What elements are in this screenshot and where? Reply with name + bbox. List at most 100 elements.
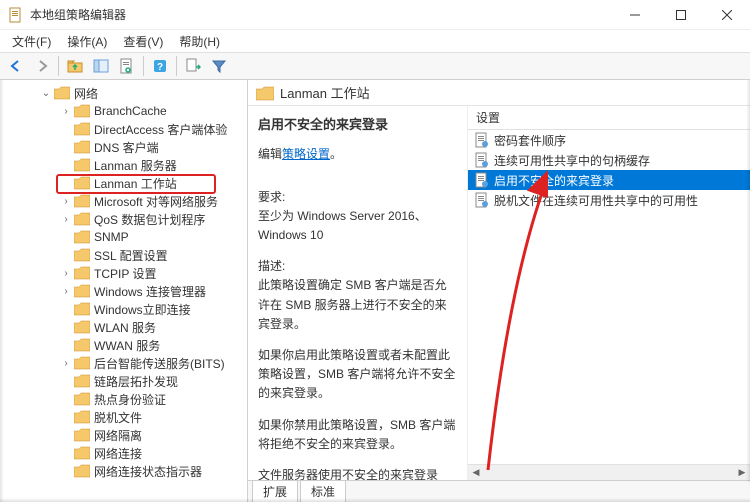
show-hide-tree-button[interactable]: [89, 54, 113, 78]
filter-button[interactable]: [207, 54, 231, 78]
folder-icon: [74, 158, 90, 172]
folder-icon: [74, 248, 90, 262]
menu-file[interactable]: 文件(F): [4, 31, 59, 52]
tree-folder-item[interactable]: SSL 配置设置: [0, 246, 247, 264]
tree-label: DNS 客户端: [94, 139, 159, 156]
folder-icon: [74, 320, 90, 334]
tree-folder-network[interactable]: ⌄ 网络: [0, 84, 247, 102]
tree-folder-item[interactable]: SNMP: [0, 228, 247, 246]
tab-standard[interactable]: 标准: [300, 480, 346, 502]
settings-list-column: 设置 密码套件顺序连续可用性共享中的句柄缓存启用不安全的来宾登录脱机文件在连续可…: [468, 106, 750, 480]
tree-label: 链路层拓扑发现: [94, 373, 178, 390]
tree-folder-item[interactable]: › Windows 连接管理器: [0, 282, 247, 300]
folder-icon: [74, 338, 90, 352]
export-button[interactable]: [181, 54, 205, 78]
minimize-button[interactable]: [612, 0, 658, 30]
details-header-title: Lanman 工作站: [280, 83, 370, 102]
tree-label: Lanman 工作站: [94, 175, 177, 192]
tree-folder-item[interactable]: 网络隔离: [0, 426, 247, 444]
tree-folder-item[interactable]: 网络连接: [0, 444, 247, 462]
tree-folder-item[interactable]: DirectAccess 客户端体验: [0, 120, 247, 138]
tree-label: TCPIP 设置: [94, 265, 156, 282]
tree-label: 网络: [74, 85, 98, 102]
setting-row[interactable]: 启用不安全的来宾登录: [468, 170, 750, 190]
menu-bar: 文件(F) 操作(A) 查看(V) 帮助(H): [0, 30, 750, 52]
back-button[interactable]: [4, 54, 28, 78]
expand-icon[interactable]: ›: [60, 196, 72, 207]
expand-icon[interactable]: ›: [60, 358, 72, 369]
column-header-setting[interactable]: 设置: [468, 106, 750, 130]
tree-folder-item[interactable]: ›后台智能传送服务(BITS): [0, 354, 247, 372]
tree-label: WLAN 服务: [94, 319, 156, 336]
description-label: 描述:: [258, 257, 457, 274]
tree-folder-item[interactable]: 网络连接状态指示器: [0, 462, 247, 480]
properties-button[interactable]: [115, 54, 139, 78]
menu-action[interactable]: 操作(A): [59, 31, 115, 52]
window-titlebar: 本地组策略编辑器: [0, 0, 750, 30]
setting-row[interactable]: 脱机文件在连续可用性共享中的可用性: [468, 190, 750, 210]
tree-folder-item[interactable]: Lanman 服务器: [0, 156, 247, 174]
expand-icon[interactable]: ›: [60, 106, 72, 117]
description-p1: 此策略设置确定 SMB 客户端是否允许在 SMB 服务器上进行不安全的来宾登录。: [258, 276, 457, 334]
tree-label: Lanman 服务器: [94, 157, 177, 174]
content-area: ⌄ 网络 › BranchCache DirectAccess 客户端体验DNS 客…: [0, 80, 750, 502]
tree-folder-item[interactable]: WWAN 服务: [0, 336, 247, 354]
tree-folder-item[interactable]: Windows立即连接: [0, 300, 247, 318]
app-icon: [8, 7, 24, 23]
requirement-label: 要求:: [258, 188, 457, 205]
tree-folder-item[interactable]: › QoS 数据包计划程序: [0, 210, 247, 228]
tree-pane[interactable]: ⌄ 网络 › BranchCache DirectAccess 客户端体验DNS 客…: [0, 80, 248, 502]
folder-icon: [74, 428, 90, 442]
separator-icon: [58, 56, 59, 76]
expand-icon[interactable]: ›: [60, 214, 72, 225]
tree-folder-item[interactable]: › TCPIP 设置: [0, 264, 247, 282]
expand-icon[interactable]: ›: [60, 286, 72, 297]
folder-icon: [54, 86, 70, 100]
tree-folder-item[interactable]: 链路层拓扑发现: [0, 372, 247, 390]
close-button[interactable]: [704, 0, 750, 30]
folder-icon: [74, 122, 90, 136]
tree-label: Microsoft 对等网络服务: [94, 193, 218, 210]
setting-row[interactable]: 连续可用性共享中的句柄缓存: [468, 150, 750, 170]
tree-label: 脱机文件: [94, 409, 142, 426]
folder-icon: [74, 212, 90, 226]
up-folder-button[interactable]: [63, 54, 87, 78]
folder-icon: [74, 140, 90, 154]
toolbar: ?: [0, 52, 750, 80]
setting-icon: [474, 132, 490, 148]
tree-folder-item[interactable]: › BranchCache: [0, 102, 247, 120]
tree-folder-item[interactable]: 脱机文件: [0, 408, 247, 426]
description-p3: 如果你禁用此策略设置，SMB 客户端将拒绝不安全的来宾登录。: [258, 416, 457, 454]
details-header: Lanman 工作站: [248, 80, 750, 106]
tree-folder-item[interactable]: Lanman 工作站: [0, 174, 247, 192]
help-button[interactable]: ?: [148, 54, 172, 78]
tree-folder-item[interactable]: 热点身份验证: [0, 390, 247, 408]
menu-help[interactable]: 帮助(H): [171, 31, 228, 52]
tree-label: BranchCache: [94, 104, 167, 118]
folder-icon: [74, 464, 90, 478]
menu-view[interactable]: 查看(V): [115, 31, 171, 52]
tree-folder-item[interactable]: › Microsoft 对等网络服务: [0, 192, 247, 210]
folder-icon: [74, 266, 90, 280]
folder-icon: [74, 104, 90, 118]
tree-label: QoS 数据包计划程序: [94, 211, 205, 228]
separator-icon: [143, 56, 144, 76]
tree-label: Windows 连接管理器: [94, 283, 206, 300]
horizontal-scrollbar[interactable]: ◀▶: [468, 464, 750, 480]
description-p4: 文件服务器使用不安全的来宾登录: [258, 466, 457, 480]
setting-label: 启用不安全的来宾登录: [494, 172, 614, 189]
setting-icon: [474, 192, 490, 208]
tab-extended[interactable]: 扩展: [252, 480, 298, 502]
collapse-icon[interactable]: ⌄: [40, 88, 52, 99]
tree-folder-item[interactable]: DNS 客户端: [0, 138, 247, 156]
setting-row[interactable]: 密码套件顺序: [468, 130, 750, 150]
edit-policy-link[interactable]: 策略设置: [282, 145, 330, 162]
forward-button[interactable]: [30, 54, 54, 78]
tree-label: SSL 配置设置: [94, 247, 168, 264]
expand-icon[interactable]: ›: [60, 268, 72, 279]
tree-label: 网络连接: [94, 445, 142, 462]
maximize-button[interactable]: [658, 0, 704, 30]
tree-label: SNMP: [94, 230, 129, 244]
edit-label: 编辑: [258, 147, 282, 161]
tree-folder-item[interactable]: WLAN 服务: [0, 318, 247, 336]
